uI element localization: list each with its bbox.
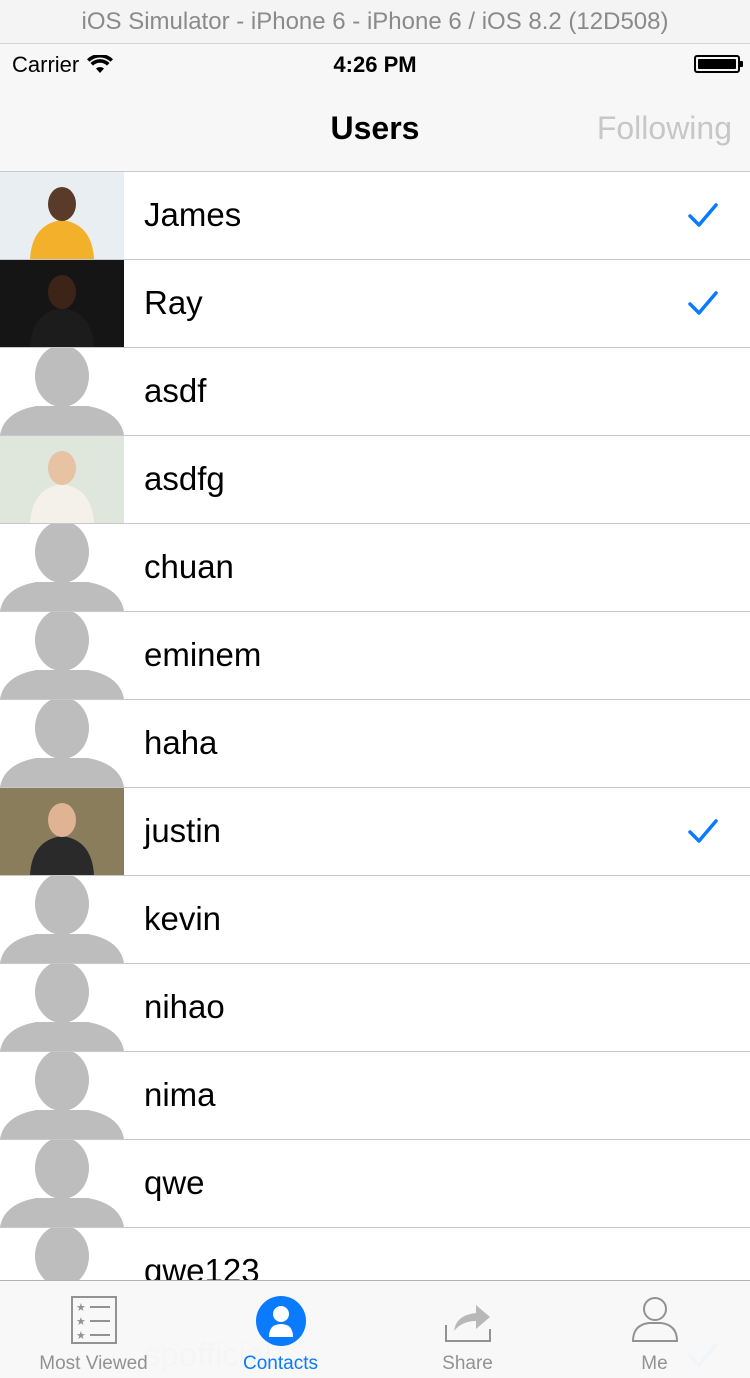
user-row[interactable]: justin — [0, 788, 750, 876]
user-row[interactable]: eminem — [0, 612, 750, 700]
users-list[interactable]: James Ray asdf asdfg chuan eminem haha justin ke… — [0, 172, 750, 1280]
user-name: nihao — [144, 988, 225, 1025]
user-name: asdfg — [144, 460, 225, 497]
user-name: nima — [144, 1076, 216, 1113]
svg-text:★: ★ — [76, 1329, 86, 1342]
user-row[interactable]: nihao — [0, 964, 750, 1052]
user-row[interactable]: chuan — [0, 524, 750, 612]
avatar-placeholder-icon — [0, 1052, 124, 1139]
user-row[interactable]: qwe123 — [0, 1228, 750, 1280]
user-name: qwe123 — [144, 1252, 260, 1280]
avatar-photo — [0, 260, 124, 347]
checkmark-icon — [688, 291, 718, 315]
user-row[interactable]: asdf — [0, 348, 750, 436]
user-row[interactable]: asdfg — [0, 436, 750, 524]
svg-text:★: ★ — [76, 1315, 86, 1328]
status-bar: Carrier 4:26 PM — [0, 44, 750, 84]
avatar-placeholder-icon — [0, 700, 124, 787]
tab-label: Share — [442, 1353, 493, 1374]
tab-contacts[interactable]: Contacts — [187, 1281, 374, 1378]
user-name: kevin — [144, 900, 222, 937]
avatar-placeholder-icon — [0, 1228, 124, 1280]
avatar-photo — [0, 172, 124, 259]
user-row[interactable]: James — [0, 172, 750, 260]
tab-label: Most Viewed — [39, 1353, 148, 1374]
user-row[interactable]: Ray — [0, 260, 750, 348]
navigation-bar: Users Following — [0, 84, 750, 172]
avatar-placeholder-icon — [0, 876, 124, 963]
tab-label: Contacts — [243, 1353, 318, 1374]
status-time: 4:26 PM — [333, 52, 417, 77]
list-star-icon: ★ ★ ★ — [70, 1296, 117, 1344]
user-name: qwe — [144, 1164, 205, 1201]
following-button[interactable]: Following — [597, 110, 732, 147]
avatar-photo — [0, 788, 124, 875]
user-name: James — [144, 196, 242, 233]
user-name: justin — [144, 812, 222, 849]
avatar-placeholder-icon — [0, 348, 124, 435]
tab-me[interactable]: Me — [561, 1281, 748, 1378]
tab-label: Me — [641, 1353, 668, 1374]
simulator-title-bar: iOS Simulator - iPhone 6 - iPhone 6 / iO… — [0, 0, 750, 44]
avatar-photo — [0, 436, 124, 523]
tab-most-viewed[interactable]: ★ ★ ★ Most Viewed — [0, 1281, 187, 1378]
user-name: haha — [144, 724, 218, 761]
user-row[interactable]: kevin — [0, 876, 750, 964]
avatar-placeholder-icon — [0, 612, 124, 699]
battery-icon — [694, 55, 743, 73]
contacts-icon — [255, 1296, 306, 1346]
user-row[interactable]: qwe — [0, 1140, 750, 1228]
simulator-title: iOS Simulator - iPhone 6 - iPhone 6 / iO… — [81, 7, 669, 35]
user-row[interactable]: haha — [0, 700, 750, 788]
checkmark-icon — [688, 203, 718, 227]
tab-share[interactable]: Share — [374, 1281, 561, 1378]
avatar-placeholder-icon — [0, 1140, 124, 1227]
user-name: chuan — [144, 548, 234, 585]
tab-bar: ★ ★ ★ Most Viewed Contacts Share Me — [0, 1280, 750, 1378]
user-name: Ray — [144, 284, 203, 321]
person-icon — [631, 1297, 678, 1342]
svg-text:★: ★ — [76, 1301, 86, 1314]
user-row[interactable]: nima — [0, 1052, 750, 1140]
avatar-placeholder-icon — [0, 964, 124, 1051]
checkmark-icon — [688, 819, 718, 843]
user-name: eminem — [144, 636, 262, 673]
share-icon — [444, 1305, 491, 1342]
avatar-placeholder-icon — [0, 524, 124, 611]
user-name: asdf — [144, 372, 207, 409]
